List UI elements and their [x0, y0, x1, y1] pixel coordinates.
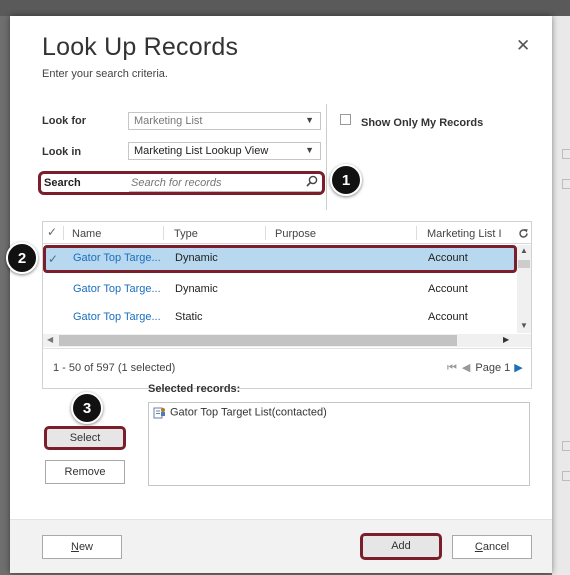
- row-name[interactable]: Gator Top Targe...: [73, 283, 161, 295]
- row-check-icon: ✓: [48, 252, 59, 266]
- column-header-purpose[interactable]: Purpose: [275, 228, 316, 240]
- search-label: Search: [44, 177, 81, 189]
- column-header-member-type[interactable]: Marketing List I: [427, 228, 515, 240]
- scroll-down-icon[interactable]: ▼: [520, 321, 528, 330]
- show-only-mine-label: Show Only My Records: [361, 117, 484, 129]
- horizontal-scrollbar[interactable]: ◀ ▶: [43, 334, 531, 347]
- table-row[interactable]: Gator Top Targe... Static Account: [43, 304, 517, 332]
- search-row-highlight: Search: [38, 171, 325, 195]
- row-name[interactable]: Gator Top Targe...: [73, 311, 161, 323]
- dialog-subtitle: Enter your search criteria.: [42, 68, 168, 80]
- look-for-select[interactable]: Marketing List ▼: [128, 112, 321, 130]
- scroll-left-icon[interactable]: ◀: [47, 335, 53, 344]
- scroll-right-icon[interactable]: ▶: [503, 335, 509, 344]
- selected-records-list[interactable]: Gator Top Target List(contacted): [148, 402, 530, 486]
- look-for-value: Marketing List: [134, 115, 203, 127]
- lookup-dialog: Look Up Records Enter your search criter…: [6, 16, 552, 573]
- pager: ⏮ ◀ Page 1 ▶: [447, 361, 523, 375]
- first-page-icon[interactable]: ⏮: [447, 362, 457, 374]
- look-in-select[interactable]: Marketing List Lookup View ▼: [128, 142, 321, 160]
- dialog-title: Look Up Records: [42, 33, 239, 61]
- next-page-icon[interactable]: ▶: [514, 362, 522, 374]
- show-only-mine-checkbox[interactable]: [340, 114, 351, 125]
- background-mark: [562, 149, 570, 159]
- scroll-up-icon[interactable]: ▲: [520, 246, 528, 255]
- column-separator: [163, 226, 164, 240]
- background-page: [552, 16, 570, 575]
- cancel-button[interactable]: Cancel: [452, 535, 532, 559]
- page-label: Page 1: [475, 362, 511, 374]
- look-in-label: Look in: [42, 146, 82, 158]
- look-in-value: Marketing List Lookup View: [134, 145, 269, 157]
- record-count: 1 - 50 of 597 (1 selected): [53, 362, 176, 374]
- row-type: Dynamic: [175, 283, 218, 295]
- column-separator: [63, 226, 64, 240]
- select-all-check-icon[interactable]: ✓: [47, 225, 57, 239]
- row-type: Dynamic: [175, 252, 218, 264]
- results-grid: ✓ Name Type Purpose Marketing List I ✓ G…: [42, 221, 532, 389]
- callout-1: 1: [330, 164, 362, 196]
- select-button[interactable]: Select: [44, 426, 126, 450]
- background-top: [0, 0, 570, 16]
- new-accesskey: N: [70, 541, 79, 553]
- row-type: Static: [175, 311, 203, 323]
- background-mark: [562, 471, 570, 481]
- column-separator: [265, 226, 266, 240]
- vertical-scrollbar[interactable]: ▲ ▼: [517, 245, 531, 333]
- new-label-rest: ew: [78, 541, 93, 553]
- selected-record-name: Gator Top Target List(contacted): [170, 406, 327, 419]
- row-member-type: Account: [428, 283, 468, 295]
- horizontal-scroll-thumb[interactable]: [59, 335, 457, 346]
- add-button[interactable]: Add: [360, 533, 442, 560]
- grid-footer: 1 - 50 of 597 (1 selected) ⏮ ◀ Page 1 ▶: [43, 348, 531, 388]
- row-name[interactable]: Gator Top Targe...: [73, 252, 161, 264]
- dropdown-arrow-icon: ▼: [305, 145, 314, 155]
- background-mark: [562, 441, 570, 451]
- cancel-label-rest: ancel: [482, 541, 510, 553]
- cancel-accesskey: C: [474, 541, 483, 553]
- row-member-type: Account: [428, 252, 468, 264]
- vertical-scroll-thumb[interactable]: [518, 260, 530, 268]
- column-separator: [416, 226, 417, 240]
- table-row[interactable]: ✓ Gator Top Targe... Dynamic Account: [43, 245, 517, 273]
- callout-3: 3: [71, 392, 103, 424]
- column-header-type[interactable]: Type: [174, 228, 198, 240]
- column-header-name[interactable]: Name: [72, 228, 101, 240]
- remove-button[interactable]: Remove: [45, 460, 125, 484]
- close-icon[interactable]: ✕: [516, 36, 530, 56]
- form-divider: [326, 104, 327, 210]
- grid-header: ✓ Name Type Purpose Marketing List I: [43, 222, 531, 244]
- table-row[interactable]: Gator Top Targe... Dynamic Account: [43, 276, 517, 304]
- search-input[interactable]: [129, 174, 321, 192]
- new-button[interactable]: New: [42, 535, 122, 559]
- callout-2: 2: [6, 242, 38, 274]
- magnifier-icon[interactable]: [306, 175, 318, 187]
- dropdown-arrow-icon: ▼: [305, 115, 314, 125]
- look-for-label: Look for: [42, 115, 86, 127]
- background-mark: [562, 179, 570, 189]
- marketing-list-icon: [153, 407, 165, 419]
- selected-record-item[interactable]: Gator Top Target List(contacted): [153, 406, 327, 419]
- refresh-icon[interactable]: [518, 228, 529, 239]
- selected-records-label: Selected records:: [148, 383, 241, 395]
- row-member-type: Account: [428, 311, 468, 323]
- previous-page-icon[interactable]: ◀: [462, 362, 470, 374]
